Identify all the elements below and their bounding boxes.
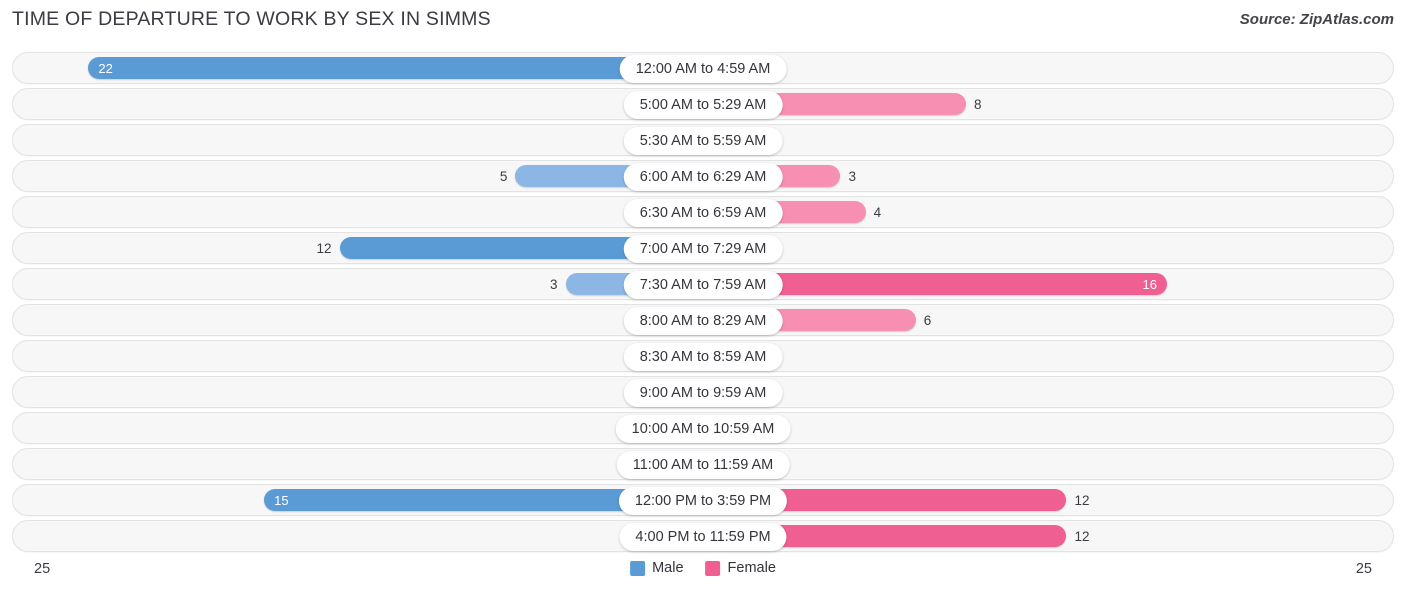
male-half: 5 xyxy=(13,161,703,191)
male-half: 12 xyxy=(13,233,703,263)
female-half: 4 xyxy=(703,197,1393,227)
male-half: 0 xyxy=(13,341,703,371)
category-label: 7:30 AM to 7:59 AM xyxy=(623,271,783,299)
category-label: 12:00 PM to 3:59 PM xyxy=(618,487,788,515)
category-label: 9:00 AM to 9:59 AM xyxy=(623,379,783,407)
female-value-label: 16 xyxy=(1142,277,1157,292)
female-half: 6 xyxy=(703,305,1393,335)
category-label: 5:00 AM to 5:29 AM xyxy=(623,91,783,119)
chart-row: 3 16 7:30 AM to 7:59 AM xyxy=(12,268,1394,300)
chart-row: 0010:00 AM to 10:59 AM xyxy=(12,412,1394,444)
female-half: 0 xyxy=(703,377,1393,407)
category-label: 11:00 AM to 11:59 AM xyxy=(616,451,790,479)
chart-row: 22 012:00 AM to 4:59 AM xyxy=(12,52,1394,84)
legend-swatch-icon xyxy=(705,560,721,576)
chart-row: 12 07:00 AM to 7:29 AM xyxy=(12,232,1394,264)
chart-row: 008:30 AM to 8:59 AM xyxy=(12,340,1394,372)
legend-label: Male xyxy=(652,560,684,576)
female-value-label: 12 xyxy=(1074,493,1090,508)
female-half: 0 xyxy=(703,449,1393,479)
category-label: 10:00 AM to 10:59 AM xyxy=(615,415,791,443)
legend-label: Female xyxy=(727,560,776,576)
male-half: 0 xyxy=(13,413,703,443)
chart-row: 0011:00 AM to 11:59 AM xyxy=(12,448,1394,480)
category-label: 8:00 AM to 8:29 AM xyxy=(623,307,783,335)
female-value-label: 12 xyxy=(1074,529,1090,544)
female-half: 0 xyxy=(703,53,1393,83)
male-half: 15 xyxy=(13,485,703,515)
category-label: 5:30 AM to 5:59 AM xyxy=(623,127,783,155)
male-value-label: 5 xyxy=(499,169,508,184)
chart-row: 5 3 6:00 AM to 6:29 AM xyxy=(12,160,1394,192)
source-attribution: Source: ZipAtlas.com xyxy=(1239,11,1394,28)
category-label: 7:00 AM to 7:29 AM xyxy=(623,235,783,263)
female-half: 0 xyxy=(703,341,1393,371)
female-value-label: 4 xyxy=(873,205,882,220)
chart-legend: Male Female xyxy=(630,560,776,576)
male-value-label: 15 xyxy=(274,493,289,508)
female-half: 0 xyxy=(703,125,1393,155)
diverging-bar-chart: 22012:00 AM to 4:59 AM085:00 AM to 5:29 … xyxy=(12,52,1394,556)
axis-label-right: 25 xyxy=(1355,561,1372,577)
female-value-label: 3 xyxy=(848,169,856,184)
chart-row: 0 4 6:30 AM to 6:59 AM xyxy=(12,196,1394,228)
chart-row: 0 8 5:00 AM to 5:29 AM xyxy=(12,88,1394,120)
male-value-label: 3 xyxy=(550,277,558,292)
male-half: 0 xyxy=(13,197,703,227)
male-value-label: 12 xyxy=(316,241,332,256)
male-half: 0 xyxy=(13,521,703,551)
male-half: 22 xyxy=(13,53,703,83)
male-half: 3 xyxy=(13,269,703,299)
category-label: 12:00 AM to 4:59 AM xyxy=(619,55,787,83)
chart-row: 0 12 4:00 PM to 11:59 PM xyxy=(12,520,1394,552)
female-half: 16 xyxy=(703,269,1393,299)
female-half: 12 xyxy=(703,521,1393,551)
female-half: 0 xyxy=(703,413,1393,443)
female-half: 12 xyxy=(703,485,1393,515)
male-half: 0 xyxy=(13,125,703,155)
chart-row: 005:30 AM to 5:59 AM xyxy=(12,124,1394,156)
chart-row: 15 12 12:00 PM to 3:59 PM xyxy=(12,484,1394,516)
male-value-label: 22 xyxy=(98,61,113,76)
category-label: 8:30 AM to 8:59 AM xyxy=(623,343,783,371)
legend-swatch-icon xyxy=(630,560,646,576)
axis-label-left: 25 xyxy=(34,561,51,577)
female-half: 8 xyxy=(703,89,1393,119)
female-value-label: 6 xyxy=(923,313,932,328)
male-half: 0 xyxy=(13,377,703,407)
legend-item-female[interactable]: Female xyxy=(705,560,776,576)
male-half: 0 xyxy=(13,89,703,119)
chart-row: 009:00 AM to 9:59 AM xyxy=(12,376,1394,408)
category-label: 4:00 PM to 11:59 PM xyxy=(619,523,787,551)
category-label: 6:00 AM to 6:29 AM xyxy=(623,163,783,191)
female-value-label: 8 xyxy=(974,97,982,112)
page-title: TIME OF DEPARTURE TO WORK BY SEX IN SIMM… xyxy=(12,8,491,30)
female-half: 0 xyxy=(703,233,1393,263)
male-half: 0 xyxy=(13,305,703,335)
legend-item-male[interactable]: Male xyxy=(630,560,684,576)
chart-header: TIME OF DEPARTURE TO WORK BY SEX IN SIMM… xyxy=(0,0,1406,40)
male-bar[interactable] xyxy=(88,57,703,79)
female-half: 3 xyxy=(703,161,1393,191)
male-half: 0 xyxy=(13,449,703,479)
chart-row: 0 6 8:00 AM to 8:29 AM xyxy=(12,304,1394,336)
category-label: 6:30 AM to 6:59 AM xyxy=(623,199,783,227)
chart-footer: 25 Male Female 25 xyxy=(0,558,1406,588)
